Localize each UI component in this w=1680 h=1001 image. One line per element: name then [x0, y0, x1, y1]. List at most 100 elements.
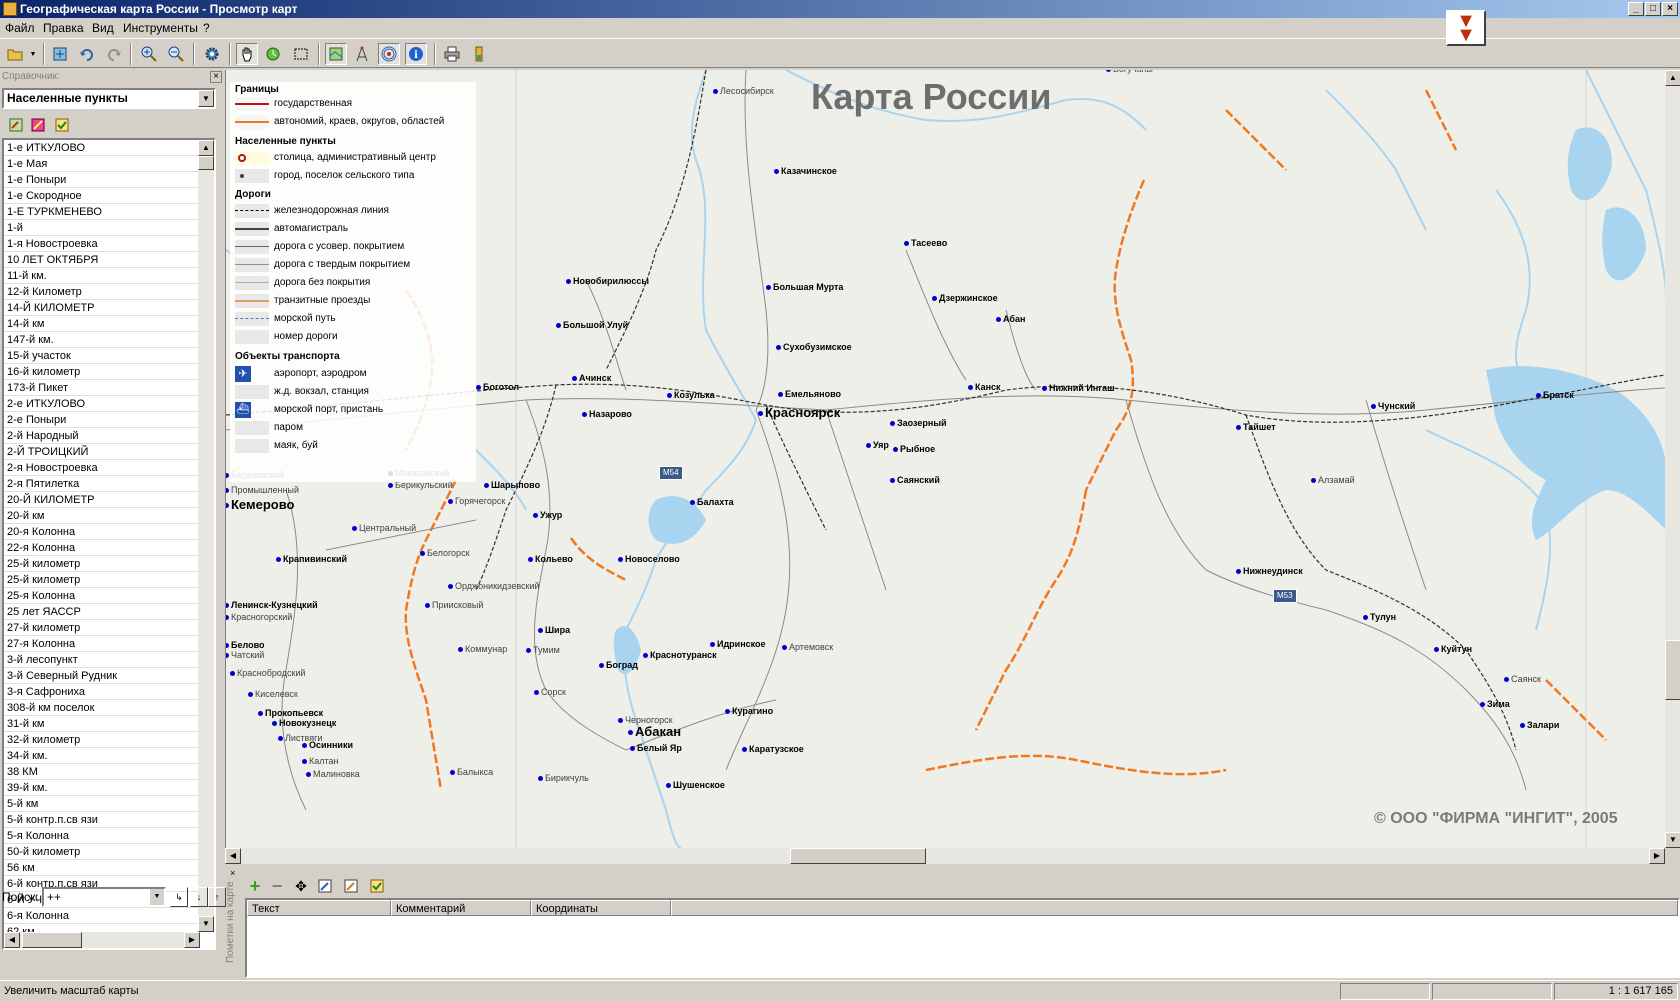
list-item[interactable]: 2-я Пятилетка: [4, 476, 200, 492]
city-label[interactable]: Идринское: [710, 639, 766, 649]
column-header-text[interactable]: Текст: [247, 900, 391, 916]
add-note-button[interactable]: +: [245, 876, 265, 896]
city-label[interactable]: Тайшет: [1236, 422, 1276, 432]
city-label[interactable]: Горячегорск: [448, 496, 505, 506]
city-label[interactable]: Назарово: [582, 409, 632, 419]
city-label[interactable]: Промышленный: [226, 485, 299, 495]
layers-button[interactable]: [325, 43, 347, 65]
city-label[interactable]: Прокопьевск: [258, 708, 323, 718]
column-header-comment[interactable]: Комментарий: [391, 900, 531, 916]
list-item[interactable]: 1-й: [4, 220, 200, 236]
city-label[interactable]: Уяр: [866, 440, 889, 450]
city-label[interactable]: Саянский: [890, 475, 940, 485]
confirm-note-button[interactable]: [367, 876, 387, 896]
city-label[interactable]: Красногорский: [226, 612, 292, 622]
edit-item-button[interactable]: [28, 115, 48, 135]
menu-file[interactable]: Файл: [5, 21, 35, 35]
scroll-down-button[interactable]: ▼: [198, 916, 214, 932]
city-label[interactable]: Приисковый: [425, 600, 483, 610]
list-item[interactable]: 1-е Поныри: [4, 172, 200, 188]
column-header-coords[interactable]: Координаты: [531, 900, 671, 916]
add-item-button[interactable]: [6, 115, 26, 135]
list-item[interactable]: 31-й км: [4, 716, 200, 732]
city-label[interactable]: Алзамай: [1311, 475, 1355, 485]
list-item[interactable]: 1-я Новостроевка: [4, 236, 200, 252]
list-item[interactable]: 25-я Колонна: [4, 588, 200, 604]
map-hscroll-thumb[interactable]: [790, 848, 926, 864]
map-vscroll-thumb[interactable]: [1665, 640, 1680, 700]
list-item[interactable]: 27-я Колонна: [4, 636, 200, 652]
map-scroll-left-button[interactable]: ◀: [225, 848, 241, 864]
list-item[interactable]: 173-й Пикет: [4, 380, 200, 396]
city-label[interactable]: Балыкса: [450, 767, 493, 777]
menu-tools[interactable]: Инструменты: [123, 21, 198, 35]
list-item[interactable]: 25-й километр: [4, 572, 200, 588]
list-item[interactable]: 38 КМ: [4, 764, 200, 780]
city-label[interactable]: Чатский: [226, 650, 264, 660]
city-label[interactable]: Боготол: [476, 382, 519, 392]
list-item[interactable]: 1-е Мая: [4, 156, 200, 172]
city-label[interactable]: Осинники: [302, 740, 353, 750]
category-select[interactable]: Населенные пункты ▼: [2, 88, 216, 109]
list-item[interactable]: 12-й Километр: [4, 284, 200, 300]
city-label[interactable]: Центральный: [352, 523, 416, 533]
settlement-list[interactable]: 1-е ИТКУЛОВО 1-е Мая 1-е Поныри 1-е Скородн…: [2, 138, 216, 950]
city-label[interactable]: Белово: [226, 640, 264, 650]
forward-button[interactable]: [103, 43, 125, 65]
list-vertical-scrollbar[interactable]: ▲ ▼: [198, 140, 214, 932]
city-label[interactable]: Нижнеудинск: [1236, 566, 1303, 576]
list-item[interactable]: 34-й км.: [4, 748, 200, 764]
city-label[interactable]: Дзержинское: [932, 293, 998, 303]
city-label[interactable]: Сухобузимское: [776, 342, 852, 352]
map-horizontal-scrollbar[interactable]: ◀ ▶: [225, 848, 1665, 864]
list-item[interactable]: 39-й км.: [4, 780, 200, 796]
list-item[interactable]: 2-й Народный: [4, 428, 200, 444]
city-label[interactable]: Новобирилюссы: [566, 276, 649, 286]
scroll-up-button[interactable]: ▲: [198, 140, 214, 156]
notes-table[interactable]: Текст Комментарий Координаты: [245, 898, 1680, 978]
pan-tool-button[interactable]: [236, 43, 258, 65]
maximize-button[interactable]: □: [1645, 2, 1661, 16]
scroll-left-button[interactable]: ◀: [4, 932, 20, 948]
list-horizontal-scrollbar[interactable]: ◀ ▶: [4, 932, 200, 948]
city-label[interactable]: Ужур: [533, 510, 562, 520]
list-item[interactable]: 3-й Северный Рудник: [4, 668, 200, 684]
gps-button[interactable]: [378, 43, 400, 65]
city-label[interactable]: Казачинское: [774, 166, 837, 176]
list-item[interactable]: 20-Й КИЛОМЕТР: [4, 492, 200, 508]
list-item[interactable]: 50-й километр: [4, 844, 200, 860]
city-label[interactable]: Чунский: [1371, 401, 1415, 411]
list-item[interactable]: 16-й километр: [4, 364, 200, 380]
city-label[interactable]: Краснотуранск: [643, 650, 717, 660]
list-item[interactable]: 5-я Колонна: [4, 828, 200, 844]
list-item[interactable]: 3-я Сафрониха: [4, 684, 200, 700]
comment-note-button[interactable]: [341, 876, 361, 896]
list-item[interactable]: 308-й км поселок: [4, 700, 200, 716]
city-label[interactable]: Козулька: [667, 390, 715, 400]
city-label[interactable]: Куйтун: [1434, 644, 1472, 654]
city-label[interactable]: Белогорск: [420, 548, 470, 558]
scroll-thumb[interactable]: [198, 156, 214, 170]
rotate-button[interactable]: [262, 43, 284, 65]
city-label[interactable]: Каратузское: [742, 744, 804, 754]
map-scroll-up-button[interactable]: ▲: [1665, 70, 1680, 86]
remove-note-button[interactable]: −: [267, 876, 287, 896]
info-button[interactable]: i: [405, 43, 427, 65]
city-label[interactable]: Крапивинский: [276, 554, 347, 564]
list-item[interactable]: 1-е ИТКУЛОВО: [4, 140, 200, 156]
city-label[interactable]: Орджоникидзевский: [448, 581, 540, 591]
list-item[interactable]: 3-й лесопункт: [4, 652, 200, 668]
back-button[interactable]: [76, 43, 98, 65]
city-label[interactable]: Шира: [538, 625, 570, 635]
menu-help[interactable]: ?: [203, 21, 210, 35]
list-item[interactable]: 5-й км: [4, 796, 200, 812]
export-button[interactable]: [468, 43, 490, 65]
list-item[interactable]: 14-Й КИЛОМЕТР: [4, 300, 200, 316]
city-label[interactable]: Зима: [1480, 699, 1510, 709]
city-label[interactable]: Залари: [1520, 720, 1559, 730]
search-up-button[interactable]: ↑: [208, 887, 226, 907]
collapse-panel-button[interactable]: ▼ ▼: [1446, 10, 1486, 46]
city-label[interactable]: Емельяново: [778, 389, 841, 399]
menu-edit[interactable]: Правка: [43, 21, 84, 35]
city-label[interactable]: Кольево: [528, 554, 573, 564]
